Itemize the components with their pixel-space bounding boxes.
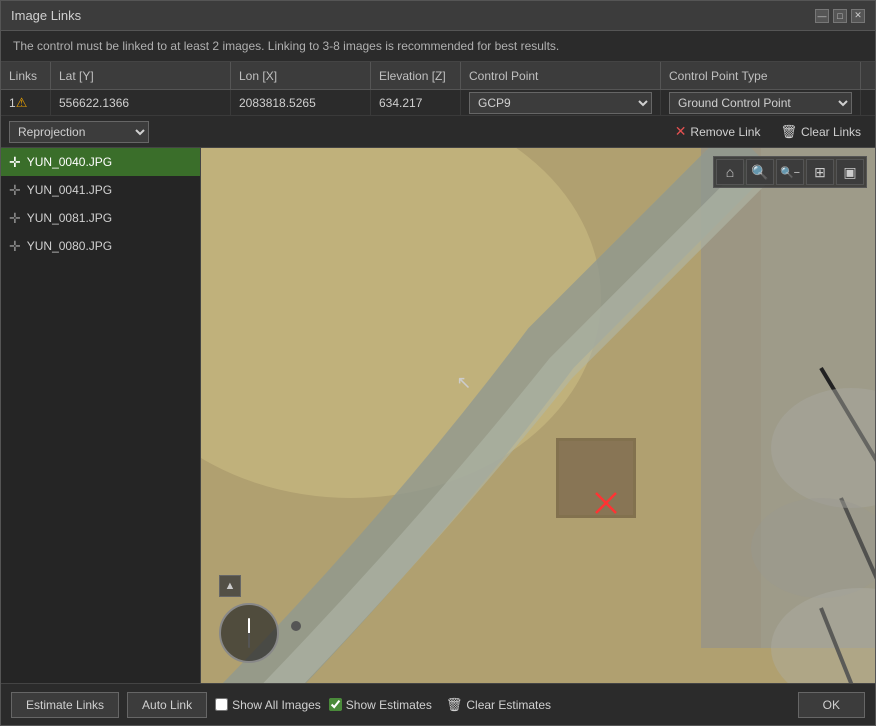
clear-estimates-trash-icon: 🗑 [446, 697, 463, 713]
table-row[interactable]: 1 ⚠ 556622.1366 2083818.5265 634.217 GCP… [1, 90, 875, 116]
image-area[interactable]: ↖ ⌂ 🔍 🔍− ⊞ ▣ ▲ [201, 148, 875, 683]
map-canvas: ↖ ⌂ 🔍 🔍− ⊞ ▣ ▲ [201, 148, 875, 683]
image-toolbar: ⌂ 🔍 🔍− ⊞ ▣ [713, 156, 867, 188]
sidebar-item-label-2: YUN_0081.JPG [27, 211, 112, 225]
col-elev-value: 634.217 [371, 90, 461, 115]
control-point-dropdown[interactable]: GCP9 [469, 92, 652, 114]
control-point-type-dropdown[interactable]: Ground Control Point [669, 92, 852, 114]
bottom-bar: Estimate Links Auto Link Show All Images… [1, 683, 875, 725]
nav-overlay: ▲ [219, 575, 279, 663]
sidebar-item-1[interactable]: ✛ YUN_0041.JPG [1, 176, 200, 204]
remove-link-label: Remove Link [690, 125, 760, 139]
ok-button[interactable]: OK [798, 692, 865, 718]
clear-links-button[interactable]: 🗑 Clear Links [774, 122, 867, 142]
col-header-elevation: Elevation [Z] [371, 62, 461, 89]
link-number: 1 [9, 96, 16, 110]
col-header-cp: Control Point [461, 62, 661, 89]
col-link-num: 1 ⚠ [1, 90, 51, 115]
scale-indicator [291, 621, 301, 631]
show-estimates-label: Show Estimates [346, 698, 432, 712]
warning-icon: ⚠ [16, 95, 28, 111]
zoom-in-button[interactable]: 🔍 [746, 159, 774, 185]
trash-icon: 🗑 [780, 124, 797, 140]
clear-links-label: Clear Links [801, 125, 861, 139]
scale-dot [291, 621, 301, 631]
crosshair-icon-1: ✛ [9, 182, 21, 199]
nav-up-button[interactable]: ▲ [219, 575, 241, 597]
crosshair-icon-0: ✛ [9, 154, 21, 171]
sidebar-item-label-1: YUN_0041.JPG [27, 183, 112, 197]
show-estimates-group: Show Estimates [329, 698, 432, 712]
adjust-button[interactable]: ⊞ [806, 159, 834, 185]
sidebar-item-2[interactable]: ✛ YUN_0081.JPG [1, 204, 200, 232]
sidebar-item-label-3: YUN_0080.JPG [27, 239, 112, 253]
title-bar-buttons: — □ ✕ [815, 9, 865, 23]
map-svg [201, 148, 875, 683]
col-lon-value: 2083818.5265 [231, 90, 371, 115]
sidebar-item-label-0: YUN_0040.JPG [27, 155, 112, 169]
col-cp-value[interactable]: GCP9 [461, 90, 661, 115]
sidebar-item-3[interactable]: ✛ YUN_0080.JPG [1, 232, 200, 260]
minimize-button[interactable]: — [815, 9, 829, 23]
close-button[interactable]: ✕ [851, 9, 865, 23]
remove-x-icon: ✕ [675, 123, 687, 140]
remove-link-button[interactable]: ✕ Remove Link [669, 121, 767, 142]
col-header-cpt: Control Point Type [661, 62, 861, 89]
col-header-lon: Lon [X] [231, 62, 371, 89]
info-bar: The control must be linked to at least 2… [1, 31, 875, 62]
crosshair-icon-3: ✛ [9, 238, 21, 255]
title-bar: Image Links — □ ✕ [1, 1, 875, 31]
image-mode-button[interactable]: ▣ [836, 159, 864, 185]
table-header: Links Lat [Y] Lon [X] Elevation [Z] Cont… [1, 62, 875, 90]
sidebar: ✛ YUN_0040.JPG ✛ YUN_0041.JPG ✛ YUN_0081… [1, 148, 201, 683]
main-window: Image Links — □ ✕ The control must be li… [0, 0, 876, 726]
show-all-images-label: Show All Images [232, 698, 321, 712]
info-text: The control must be linked to at least 2… [13, 39, 559, 53]
toolbar-row: Reprojection ✕ Remove Link 🗑 Clear Links [1, 116, 875, 148]
maximize-button[interactable]: □ [833, 9, 847, 23]
col-lat-value: 556622.1366 [51, 90, 231, 115]
home-tool-button[interactable]: ⌂ [716, 159, 744, 185]
window-title: Image Links [11, 8, 815, 23]
clear-estimates-label: Clear Estimates [466, 698, 551, 712]
compass-rose [219, 603, 279, 663]
show-all-images-group: Show All Images [215, 698, 321, 712]
estimate-links-button[interactable]: Estimate Links [11, 692, 119, 718]
show-all-images-checkbox[interactable] [215, 698, 228, 711]
crosshair-icon-2: ✛ [9, 210, 21, 227]
col-header-lat: Lat [Y] [51, 62, 231, 89]
auto-link-button[interactable]: Auto Link [127, 692, 207, 718]
clear-estimates-button[interactable]: 🗑 Clear Estimates [440, 695, 557, 715]
zoom-out-button[interactable]: 🔍− [776, 159, 804, 185]
show-estimates-checkbox[interactable] [329, 698, 342, 711]
col-cpt-value[interactable]: Ground Control Point [661, 90, 861, 115]
main-content: ✛ YUN_0040.JPG ✛ YUN_0041.JPG ✛ YUN_0081… [1, 148, 875, 683]
reprojection-dropdown[interactable]: Reprojection [9, 121, 149, 143]
col-header-links: Links [1, 62, 51, 89]
compass-arrow [248, 618, 250, 648]
sidebar-item-0[interactable]: ✛ YUN_0040.JPG [1, 148, 200, 176]
